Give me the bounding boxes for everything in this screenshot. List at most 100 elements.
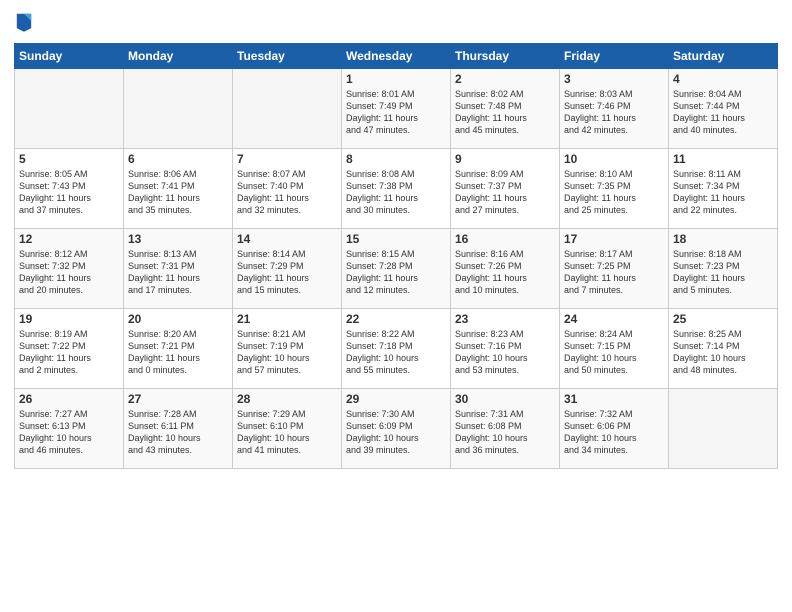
day-number: 14 [237, 232, 337, 246]
day-cell: 8 Sunrise: 8:08 AM Sunset: 7:38 PM Daylig… [342, 149, 451, 229]
day-info: Sunrise: 8:18 AM Sunset: 7:23 PM Dayligh… [673, 248, 773, 297]
day-info: Sunrise: 8:16 AM Sunset: 7:26 PM Dayligh… [455, 248, 555, 297]
day-info: Sunrise: 7:30 AM Sunset: 6:09 PM Dayligh… [346, 408, 446, 457]
day-cell [124, 69, 233, 149]
day-cell [669, 389, 778, 469]
day-number: 8 [346, 152, 446, 166]
day-number: 18 [673, 232, 773, 246]
day-number: 19 [19, 312, 119, 326]
day-info: Sunrise: 7:28 AM Sunset: 6:11 PM Dayligh… [128, 408, 228, 457]
day-info: Sunrise: 8:19 AM Sunset: 7:22 PM Dayligh… [19, 328, 119, 377]
day-cell: 22 Sunrise: 8:22 AM Sunset: 7:18 PM Dayli… [342, 309, 451, 389]
day-cell: 29 Sunrise: 7:30 AM Sunset: 6:09 PM Dayli… [342, 389, 451, 469]
day-cell: 21 Sunrise: 8:21 AM Sunset: 7:19 PM Dayli… [233, 309, 342, 389]
calendar-table: SundayMondayTuesdayWednesdayThursdayFrid… [14, 43, 778, 469]
week-row: 26Sunrise: 7:27 AM Sunset: 6:13 PM Dayli… [15, 389, 778, 469]
day-cell: 28Sunrise: 7:29 AM Sunset: 6:10 PM Dayli… [233, 389, 342, 469]
day-info: Sunrise: 8:25 AM Sunset: 7:14 PM Dayligh… [673, 328, 773, 377]
day-cell [15, 69, 124, 149]
day-cell: 3Sunrise: 8:03 AM Sunset: 7:46 PM Daylig… [560, 69, 669, 149]
day-info: Sunrise: 8:04 AM Sunset: 7:44 PM Dayligh… [673, 88, 773, 137]
header-cell-thursday: Thursday [451, 44, 560, 69]
day-info: Sunrise: 8:22 AM Sunset: 7:18 PM Dayligh… [346, 328, 446, 377]
day-number: 17 [564, 232, 664, 246]
day-cell: 20 Sunrise: 8:20 AM Sunset: 7:21 PM Dayli… [124, 309, 233, 389]
day-number: 9 [455, 152, 555, 166]
day-number: 22 [346, 312, 446, 326]
day-info: Sunrise: 8:17 AM Sunset: 7:25 PM Dayligh… [564, 248, 664, 297]
day-cell: 25Sunrise: 8:25 AM Sunset: 7:14 PM Dayli… [669, 309, 778, 389]
day-cell: 9 Sunrise: 8:09 AM Sunset: 7:37 PM Daylig… [451, 149, 560, 229]
day-number: 20 [128, 312, 228, 326]
day-number: 28 [237, 392, 337, 406]
day-cell: 16Sunrise: 8:16 AM Sunset: 7:26 PM Dayli… [451, 229, 560, 309]
day-info: Sunrise: 8:20 AM Sunset: 7:21 PM Dayligh… [128, 328, 228, 377]
week-row: 5 Sunrise: 8:05 AM Sunset: 7:43 PM Daylig… [15, 149, 778, 229]
day-cell: 27 Sunrise: 7:28 AM Sunset: 6:11 PM Dayli… [124, 389, 233, 469]
day-cell: 23 Sunrise: 8:23 AM Sunset: 7:16 PM Dayli… [451, 309, 560, 389]
day-info: Sunrise: 8:01 AM Sunset: 7:49 PM Dayligh… [346, 88, 446, 137]
day-number: 15 [346, 232, 446, 246]
day-info: Sunrise: 8:23 AM Sunset: 7:16 PM Dayligh… [455, 328, 555, 377]
day-number: 24 [564, 312, 664, 326]
day-cell: 15 Sunrise: 8:15 AM Sunset: 7:28 PM Dayli… [342, 229, 451, 309]
day-info: Sunrise: 7:31 AM Sunset: 6:08 PM Dayligh… [455, 408, 555, 457]
day-cell: 14 Sunrise: 8:14 AM Sunset: 7:29 PM Dayli… [233, 229, 342, 309]
day-number: 21 [237, 312, 337, 326]
logo [14, 10, 35, 37]
day-cell: 7 Sunrise: 8:07 AM Sunset: 7:40 PM Daylig… [233, 149, 342, 229]
day-number: 27 [128, 392, 228, 406]
day-cell: 26Sunrise: 7:27 AM Sunset: 6:13 PM Dayli… [15, 389, 124, 469]
day-info: Sunrise: 8:14 AM Sunset: 7:29 PM Dayligh… [237, 248, 337, 297]
day-info: Sunrise: 8:05 AM Sunset: 7:43 PM Dayligh… [19, 168, 119, 217]
header-cell-monday: Monday [124, 44, 233, 69]
day-cell: 12 Sunrise: 8:12 AM Sunset: 7:32 PM Dayli… [15, 229, 124, 309]
day-number: 11 [673, 152, 773, 166]
day-number: 12 [19, 232, 119, 246]
day-number: 29 [346, 392, 446, 406]
day-info: Sunrise: 8:08 AM Sunset: 7:38 PM Dayligh… [346, 168, 446, 217]
day-info: Sunrise: 8:03 AM Sunset: 7:46 PM Dayligh… [564, 88, 664, 137]
day-info: Sunrise: 8:13 AM Sunset: 7:31 PM Dayligh… [128, 248, 228, 297]
week-row: 1Sunrise: 8:01 AM Sunset: 7:49 PM Daylig… [15, 69, 778, 149]
calendar-page: SundayMondayTuesdayWednesdayThursdayFrid… [0, 0, 792, 612]
day-number: 10 [564, 152, 664, 166]
calendar-body: 1Sunrise: 8:01 AM Sunset: 7:49 PM Daylig… [15, 69, 778, 469]
header-row: SundayMondayTuesdayWednesdayThursdayFrid… [15, 44, 778, 69]
day-cell [233, 69, 342, 149]
day-cell: 2Sunrise: 8:02 AM Sunset: 7:48 PM Daylig… [451, 69, 560, 149]
day-cell: 30 Sunrise: 7:31 AM Sunset: 6:08 PM Dayli… [451, 389, 560, 469]
day-number: 13 [128, 232, 228, 246]
day-number: 7 [237, 152, 337, 166]
day-info: Sunrise: 8:02 AM Sunset: 7:48 PM Dayligh… [455, 88, 555, 137]
day-info: Sunrise: 7:27 AM Sunset: 6:13 PM Dayligh… [19, 408, 119, 457]
header-cell-friday: Friday [560, 44, 669, 69]
day-info: Sunrise: 8:07 AM Sunset: 7:40 PM Dayligh… [237, 168, 337, 217]
day-info: Sunrise: 8:21 AM Sunset: 7:19 PM Dayligh… [237, 328, 337, 377]
day-info: Sunrise: 8:09 AM Sunset: 7:37 PM Dayligh… [455, 168, 555, 217]
day-number: 23 [455, 312, 555, 326]
day-cell: 17 Sunrise: 8:17 AM Sunset: 7:25 PM Dayli… [560, 229, 669, 309]
day-info: Sunrise: 8:11 AM Sunset: 7:34 PM Dayligh… [673, 168, 773, 217]
calendar-header: SundayMondayTuesdayWednesdayThursdayFrid… [15, 44, 778, 69]
day-cell: 10Sunrise: 8:10 AM Sunset: 7:35 PM Dayli… [560, 149, 669, 229]
day-info: Sunrise: 8:24 AM Sunset: 7:15 PM Dayligh… [564, 328, 664, 377]
day-number: 30 [455, 392, 555, 406]
day-info: Sunrise: 8:12 AM Sunset: 7:32 PM Dayligh… [19, 248, 119, 297]
header-cell-saturday: Saturday [669, 44, 778, 69]
header-cell-tuesday: Tuesday [233, 44, 342, 69]
day-cell: 19 Sunrise: 8:19 AM Sunset: 7:22 PM Dayli… [15, 309, 124, 389]
day-cell: 1Sunrise: 8:01 AM Sunset: 7:49 PM Daylig… [342, 69, 451, 149]
day-info: Sunrise: 8:15 AM Sunset: 7:28 PM Dayligh… [346, 248, 446, 297]
day-cell: 13 Sunrise: 8:13 AM Sunset: 7:31 PM Dayli… [124, 229, 233, 309]
day-number: 5 [19, 152, 119, 166]
header [14, 10, 778, 37]
header-cell-wednesday: Wednesday [342, 44, 451, 69]
day-cell: 18 Sunrise: 8:18 AM Sunset: 7:23 PM Dayli… [669, 229, 778, 309]
week-row: 19 Sunrise: 8:19 AM Sunset: 7:22 PM Dayli… [15, 309, 778, 389]
logo-icon [15, 10, 33, 32]
day-number: 6 [128, 152, 228, 166]
day-number: 31 [564, 392, 664, 406]
week-row: 12 Sunrise: 8:12 AM Sunset: 7:32 PM Dayli… [15, 229, 778, 309]
day-cell: 31Sunrise: 7:32 AM Sunset: 6:06 PM Dayli… [560, 389, 669, 469]
